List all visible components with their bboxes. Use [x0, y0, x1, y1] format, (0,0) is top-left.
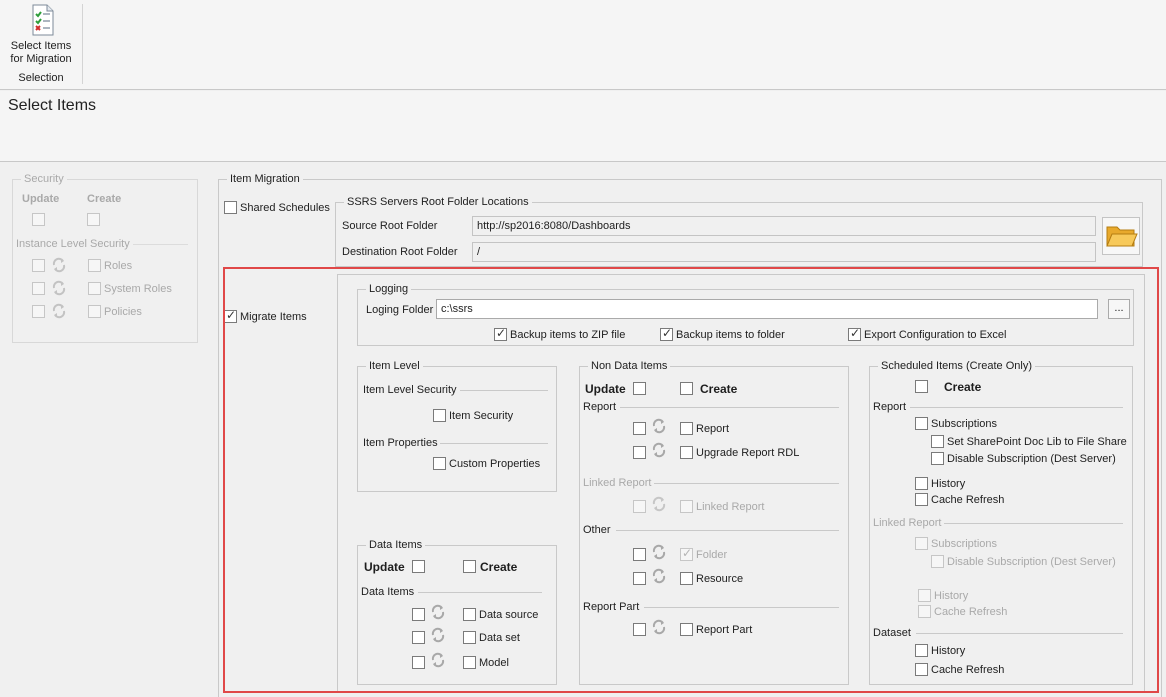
header-panel: Select Items — [0, 91, 1166, 162]
roles-label: Roles — [104, 260, 133, 272]
ribbon-separator — [82, 4, 83, 84]
select-items-button[interactable]: Select Items for Migration — [4, 2, 78, 68]
system-roles-checkbox[interactable] — [88, 282, 101, 295]
select-items-label: Select Items for Migration — [10, 40, 72, 65]
checklist-icon — [32, 4, 54, 36]
security-create-label: Create — [87, 193, 122, 205]
browse-folder-button[interactable] — [1102, 217, 1140, 255]
sync-icon — [52, 280, 66, 296]
destination-root-field[interactable]: / — [472, 242, 1096, 262]
ssrs-servers-title: SSRS Servers Root Folder Locations — [344, 195, 532, 209]
security-create-checkbox[interactable] — [87, 213, 100, 226]
instance-level-security-label: Instance Level Security — [16, 238, 130, 250]
system-roles-update-checkbox[interactable] — [32, 282, 45, 295]
shared-schedules-label: Shared Schedules — [240, 202, 330, 214]
shared-schedules-checkbox[interactable] — [224, 201, 237, 214]
source-root-field[interactable]: http://sp2016:8080/Dashboards — [472, 216, 1096, 236]
highlight-frame — [223, 267, 1159, 693]
divider — [133, 244, 188, 245]
sync-icon — [52, 303, 66, 319]
security-title: Security — [21, 172, 67, 186]
folder-icon — [1106, 226, 1138, 247]
security-update-checkbox[interactable] — [32, 213, 45, 226]
ribbon: Select Items for Migration Selection — [0, 0, 1166, 90]
roles-checkbox[interactable] — [88, 259, 101, 272]
sync-icon — [52, 257, 66, 273]
destination-root-label: Destination Root Folder — [342, 246, 458, 258]
page-title: Select Items — [8, 97, 97, 114]
roles-update-checkbox[interactable] — [32, 259, 45, 272]
security-update-label: Update — [22, 193, 60, 205]
item-migration-title: Item Migration — [227, 172, 303, 186]
system-roles-label: System Roles — [104, 283, 172, 295]
ribbon-group-label: Selection — [18, 72, 64, 84]
source-root-label: Source Root Folder — [342, 220, 438, 232]
policies-label: Policies — [104, 306, 142, 318]
policies-update-checkbox[interactable] — [32, 305, 45, 318]
policies-checkbox[interactable] — [88, 305, 101, 318]
